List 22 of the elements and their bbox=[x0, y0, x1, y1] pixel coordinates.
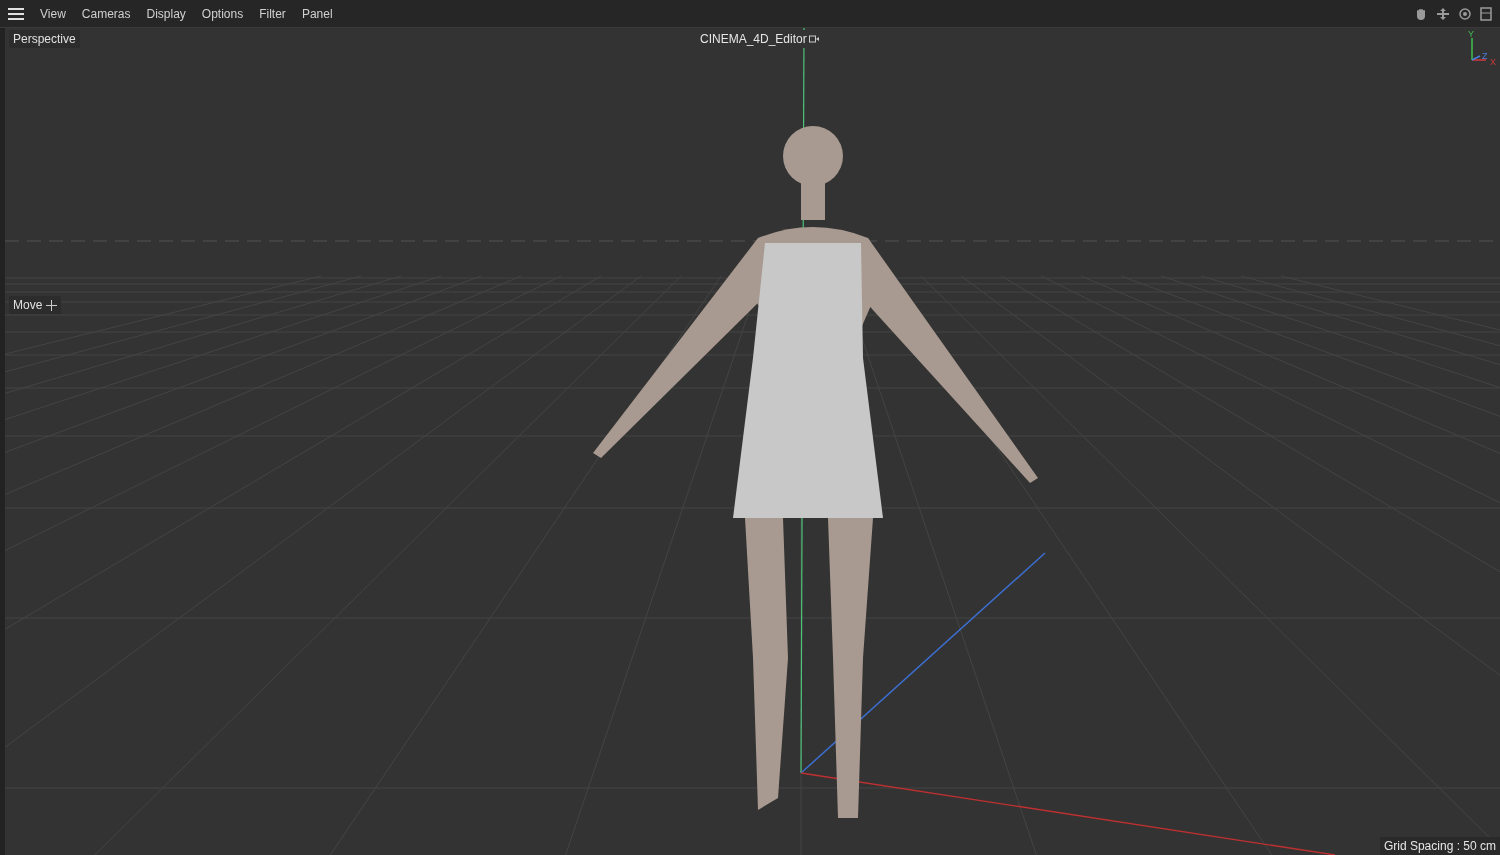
axis-label: Z bbox=[1482, 50, 1488, 63]
camera-icon bbox=[808, 34, 819, 44]
menu-item[interactable]: Options bbox=[201, 4, 244, 23]
menu-icon[interactable] bbox=[8, 7, 24, 20]
hand-icon[interactable] bbox=[1414, 6, 1428, 21]
move-arrows-icon[interactable] bbox=[1436, 6, 1450, 21]
menu-item[interactable]: Display bbox=[146, 4, 186, 23]
menu-item[interactable]: View bbox=[40, 4, 66, 23]
axis-gizmo-icon bbox=[1470, 38, 1488, 62]
menu-item[interactable]: Filter bbox=[259, 4, 286, 23]
move-crosshair-icon bbox=[46, 299, 58, 311]
camera-name[interactable]: CINEMA_4D_Editor bbox=[700, 30, 807, 48]
menu-item[interactable]: Panel bbox=[301, 4, 333, 23]
grid-spacing-label: Grid Spacing : 50 cm bbox=[1379, 837, 1500, 855]
viewport[interactable]: Perspective CINEMA_4D_Editor Move Y Z X Grid Spacing : 50 cm bbox=[5, 28, 1500, 855]
axis-label: Y bbox=[1468, 28, 1474, 41]
tool-name: Move bbox=[13, 297, 43, 314]
panel-layout-icon[interactable] bbox=[1480, 6, 1492, 21]
menu-item[interactable]: Cameras bbox=[81, 4, 131, 23]
viewport-name[interactable]: Perspective bbox=[9, 30, 80, 48]
rotate-icon[interactable] bbox=[1458, 6, 1472, 21]
axis-label: X bbox=[1490, 56, 1496, 69]
